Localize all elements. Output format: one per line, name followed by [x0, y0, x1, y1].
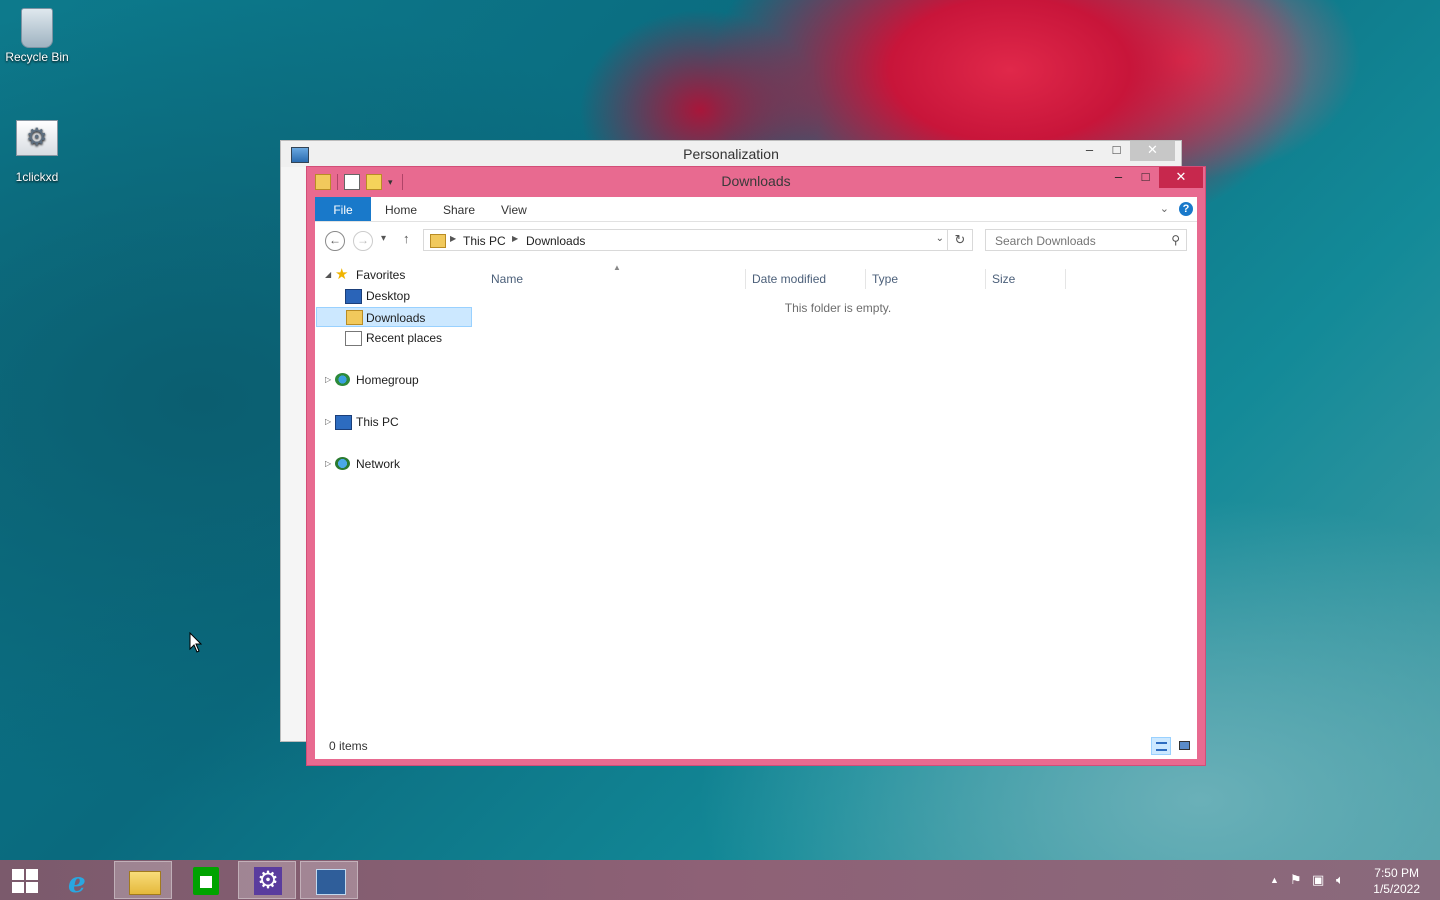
column-divider[interactable] [745, 269, 746, 289]
folder-icon [430, 234, 446, 248]
clock-time: 7:50 PM [1374, 866, 1419, 880]
recent-places-icon [345, 331, 362, 346]
personalization-title: Personalization [281, 141, 1181, 167]
breadcrumb-downloads[interactable]: Downloads [526, 234, 585, 248]
large-icons-view-button[interactable] [1175, 737, 1195, 755]
tab-view[interactable]: View [501, 197, 527, 221]
favorites-label: Favorites [356, 268, 406, 282]
collapsed-arrow-icon[interactable]: ▷ [325, 412, 331, 432]
recycle-bin-label: Recycle Bin [5, 50, 69, 64]
collapsed-arrow-icon[interactable]: ▷ [325, 370, 331, 390]
empty-folder-message: This folder is empty. [784, 301, 892, 315]
back-arrow-icon[interactable]: ← [325, 231, 345, 251]
taskbar-internet-explorer[interactable]: e [52, 861, 110, 899]
column-headers: Name ▲ Date modified Type Size [491, 263, 1191, 289]
control-panel-icon [316, 869, 346, 895]
personalization-maximize-button[interactable]: □ [1103, 141, 1130, 161]
clock-date: 1/5/2022 [1373, 882, 1420, 896]
computer-icon [335, 415, 352, 430]
window-title: Downloads [721, 173, 791, 189]
address-dropdown-icon[interactable]: ⌄ [936, 233, 944, 244]
tree-item-homegroup[interactable]: ▷ Homegroup [315, 370, 479, 390]
column-divider[interactable] [865, 269, 866, 289]
title-bar[interactable]: ▾ Downloads – □ ✕ [307, 167, 1205, 197]
personalization-icon [291, 147, 309, 163]
volume-muted-icon[interactable]: 🔈︎ [1336, 872, 1344, 888]
search-input[interactable] [993, 233, 1157, 249]
tab-home[interactable]: Home [385, 197, 417, 221]
search-box[interactable]: ⚲ [985, 229, 1187, 251]
tree-item-recent-places[interactable]: Recent places [315, 328, 479, 348]
taskbar: e ⚙ ▲ ⚑ ▣ 🔈︎ 7:50 PM 1/5/2022 [0, 860, 1440, 900]
gear-app-icon [16, 120, 58, 156]
explorer-content: File Home Share View ⌄ ? ← → ▾ ↑ ▶ This … [315, 197, 1197, 759]
column-divider[interactable] [985, 269, 986, 289]
recent-locations-icon[interactable]: ▾ [381, 233, 386, 244]
status-bar: 0 items [315, 733, 1197, 759]
ribbon-expand-icon[interactable]: ⌄ [1160, 202, 1169, 215]
start-button[interactable] [0, 861, 58, 899]
star-icon: ★ [335, 266, 349, 283]
internet-explorer-icon: e [68, 866, 86, 899]
tree-item-favorites[interactable]: ◢ ★ Favorites [315, 265, 479, 285]
ribbon-tabs: File Home Share View ⌄ ? [315, 197, 1197, 222]
maximize-button[interactable]: □ [1132, 167, 1159, 188]
this-pc-label: This PC [356, 415, 399, 429]
breadcrumb-this-pc[interactable]: This PC [463, 234, 506, 248]
column-header-name[interactable]: Name [491, 269, 523, 289]
desktop-icon-1clickxd[interactable]: 1clickxd [0, 120, 74, 184]
taskbar-settings[interactable]: ⚙ [238, 861, 296, 899]
personalization-minimize-button[interactable]: – [1076, 141, 1103, 161]
clock[interactable]: 7:50 PM 1/5/2022 [1373, 865, 1420, 897]
gear-icon: ⚙ [254, 867, 282, 895]
column-header-size[interactable]: Size [992, 269, 1015, 289]
taskbar-file-explorer[interactable] [114, 861, 172, 899]
recent-places-label: Recent places [366, 331, 443, 345]
navigation-pane: ◢ ★ Favorites Desktop Downloads Recent p… [315, 265, 479, 733]
help-icon[interactable]: ? [1179, 202, 1193, 216]
network-label: Network [356, 457, 401, 471]
downloads-window[interactable]: ▾ Downloads – □ ✕ File Home Share View ⌄… [306, 166, 1206, 766]
search-icon[interactable]: ⚲ [1171, 233, 1180, 247]
personalization-close-button[interactable]: ✕ [1130, 141, 1175, 161]
network-icon [335, 457, 350, 470]
navigation-bar: ← → ▾ ↑ ▶ This PC ▶ Downloads ⌄ ↻ ⚲ [315, 229, 1197, 253]
refresh-icon[interactable]: ↻ [947, 230, 972, 250]
store-icon [193, 867, 219, 895]
recycle-bin-icon [21, 8, 53, 48]
close-button[interactable]: ✕ [1159, 167, 1203, 188]
minimize-button[interactable]: – [1105, 167, 1132, 188]
collapsed-arrow-icon[interactable]: ▷ [325, 454, 331, 474]
taskbar-control-panel[interactable] [300, 861, 358, 899]
address-bar[interactable]: ▶ This PC ▶ Downloads ⌄ ↻ [423, 229, 973, 251]
windows-logo-icon [12, 869, 38, 893]
column-header-date-modified[interactable]: Date modified [752, 269, 826, 289]
taskbar-store[interactable] [176, 861, 234, 899]
show-hidden-icons-chevron-icon[interactable]: ▲ [1270, 875, 1279, 885]
column-header-type[interactable]: Type [872, 269, 898, 289]
large-icons-view-icon [1179, 741, 1190, 750]
homegroup-icon [335, 373, 350, 386]
homegroup-label: Homegroup [356, 373, 419, 387]
item-count: 0 items [329, 739, 368, 753]
1clickxd-label: 1clickxd [15, 170, 59, 184]
tree-item-network[interactable]: ▷ Network [315, 454, 479, 474]
column-divider[interactable] [1065, 269, 1066, 289]
details-view-icon [1156, 742, 1167, 751]
sort-ascending-icon: ▲ [613, 263, 621, 272]
details-view-button[interactable] [1151, 737, 1171, 755]
mouse-cursor-icon [189, 632, 203, 653]
up-arrow-icon[interactable]: ↑ [403, 231, 410, 246]
network-tray-icon[interactable]: ▣ [1312, 872, 1324, 888]
tab-share[interactable]: Share [443, 197, 475, 221]
forward-arrow-icon[interactable]: → [353, 231, 373, 251]
action-center-flag-icon[interactable]: ⚑ [1290, 872, 1302, 888]
file-explorer-icon [129, 871, 161, 895]
tree-item-this-pc[interactable]: ▷ This PC [315, 412, 479, 432]
desktop-icon-recycle-bin[interactable]: Recycle Bin [0, 8, 74, 64]
expanded-arrow-icon[interactable]: ◢ [325, 265, 331, 285]
chevron-right-icon[interactable]: ▶ [450, 234, 456, 243]
chevron-right-icon[interactable]: ▶ [512, 234, 518, 243]
tab-file[interactable]: File [315, 197, 371, 221]
